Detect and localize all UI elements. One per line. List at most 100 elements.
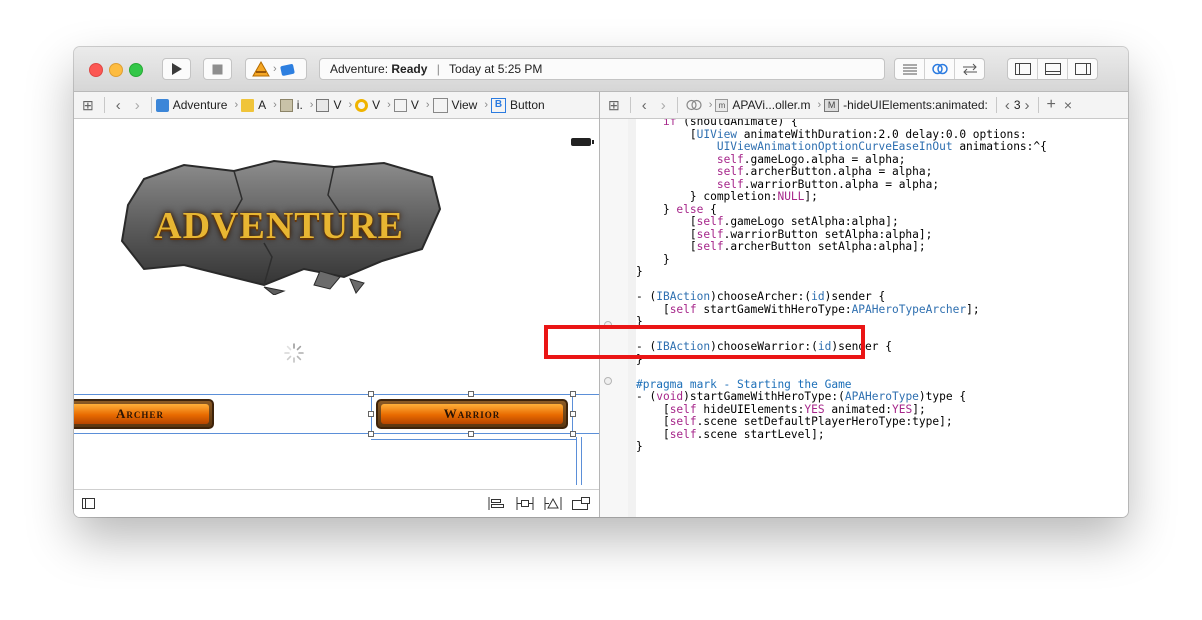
method-icon: M — [824, 98, 840, 112]
chevron-right-icon: › — [273, 99, 277, 111]
code-line[interactable]: [self.archerButton setAlpha:alpha]; — [636, 240, 1047, 254]
selection-outline — [371, 394, 573, 434]
version-editor-button[interactable] — [955, 59, 984, 79]
minimize-window-button[interactable] — [109, 63, 123, 77]
code-line[interactable]: } — [636, 253, 1047, 267]
resize-handle[interactable] — [570, 431, 576, 437]
code-line[interactable]: } — [636, 440, 1047, 454]
code-line[interactable]: UIViewAnimationOptionCurveEaseInOut anim… — [636, 140, 1047, 154]
activity-project: Adventure: — [330, 62, 389, 76]
close-window-button[interactable] — [89, 63, 103, 77]
assistant-code-editor[interactable]: if (shouldAnimate) { [UIView animateWith… — [600, 119, 1128, 517]
xcode-app-icon — [252, 61, 270, 77]
chevron-right-icon: › — [234, 99, 239, 111]
code-line[interactable]: self.archerButton.alpha = alpha; — [636, 165, 1047, 179]
resize-handle[interactable] — [368, 391, 374, 397]
interface-builder-canvas[interactable]: ADVENTURE Archer Warrior — [74, 119, 599, 517]
jumpbar-divider — [1037, 97, 1039, 113]
next-counterpart-button[interactable]: › — [1025, 97, 1030, 114]
code-line[interactable]: [self.scene startLevel]; — [636, 428, 1047, 442]
forward-button[interactable]: › — [135, 97, 140, 114]
jumpbar-item-group[interactable]: A — [241, 98, 266, 112]
stop-button[interactable] — [203, 58, 232, 80]
chevron-right-icon: › — [817, 99, 822, 111]
code-line[interactable]: [self.scene setDefaultPlayerHeroType:typ… — [636, 415, 1047, 429]
related-items-icon[interactable]: ⊞ — [608, 97, 620, 114]
resize-handle[interactable] — [468, 431, 474, 437]
jumpbar-divider — [103, 97, 105, 113]
jumpbar-item-storyboard[interactable]: i. — [279, 98, 303, 112]
stop-icon — [212, 64, 223, 74]
run-button[interactable] — [162, 58, 191, 80]
source-code[interactable]: if (shouldAnimate) { [UIView animateWith… — [636, 119, 1047, 454]
navigator-toggle-button[interactable] — [1008, 59, 1038, 79]
editor-mode-segment[interactable] — [894, 58, 985, 80]
code-line[interactable]: - (void)startGameWithHeroType:(APAHeroTy… — [636, 390, 1047, 404]
code-line[interactable]: } — [636, 265, 1047, 279]
previous-counterpart-button[interactable]: ‹ — [1005, 97, 1010, 114]
back-button[interactable]: ‹ — [642, 97, 647, 114]
view-controller-icon — [355, 98, 369, 112]
close-editor-button[interactable]: × — [1064, 97, 1072, 113]
jumpbar-label: Adventure — [172, 98, 228, 112]
assistant-editor-button[interactable] — [925, 59, 955, 79]
outlet-connection-icon[interactable] — [604, 377, 612, 385]
align-icon[interactable] — [488, 497, 504, 510]
jumpbar-label: Button — [510, 98, 545, 112]
interface-builder-jump-bar: ⊞ ‹ › Adventure › A › i. › V › V › V › V… — [74, 92, 599, 119]
forward-button[interactable]: › — [661, 97, 666, 114]
right-panel-icon — [1074, 63, 1091, 75]
chevron-right-icon: › — [273, 63, 277, 75]
chevron-right-icon: › — [425, 99, 430, 111]
code-line[interactable]: [self startGameWithHeroType:APAHeroTypeA… — [636, 303, 1047, 317]
jumpbar-item-project[interactable]: Adventure — [155, 98, 228, 112]
implementation-file-icon: m — [715, 98, 729, 112]
debug-area-toggle-button[interactable] — [1038, 59, 1068, 79]
resizing-behavior-icon[interactable] — [572, 497, 590, 510]
view-icon — [432, 97, 448, 113]
related-items-icon[interactable]: ⊞ — [82, 97, 94, 114]
game-logo[interactable]: ADVENTURE — [114, 157, 444, 295]
chevron-right-icon: › — [348, 99, 353, 111]
left-panel-icon — [1014, 63, 1031, 75]
activity-viewer: Adventure: Ready | Today at 5:25 PM — [319, 58, 885, 80]
jumpbar-label: View — [451, 98, 478, 112]
zoom-window-button[interactable] — [129, 63, 143, 77]
code-folding-ribbon[interactable] — [628, 119, 636, 517]
panel-toggle-segment[interactable] — [1007, 58, 1098, 80]
battery-icon — [571, 138, 594, 146]
jumpbar-item-subview[interactable]: View — [432, 97, 478, 113]
resize-handle[interactable] — [570, 411, 576, 417]
highlight-annotation — [544, 325, 865, 359]
code-line[interactable]: - (IBAction)chooseArcher:(id)sender { — [636, 290, 1047, 304]
document-outline-toggle-icon[interactable] — [82, 498, 95, 509]
button-icon: B — [491, 97, 506, 113]
assistant-mode-menu[interactable] — [686, 99, 702, 111]
jumpbar-divider — [676, 97, 678, 113]
jumpbar-item-view[interactable]: V — [393, 98, 419, 112]
standard-editor-button[interactable] — [895, 59, 925, 79]
resize-handle[interactable] — [368, 431, 374, 437]
jumpbar-label: APAVi...oller.m — [732, 98, 811, 112]
jumpbar-label: V — [372, 98, 381, 112]
activity-status: Ready — [391, 62, 428, 76]
play-icon — [172, 63, 182, 75]
pin-icon[interactable] — [516, 497, 534, 510]
scheme-selector[interactable]: › — [245, 58, 307, 80]
jumpbar-item-file[interactable]: m APAVi...oller.m — [715, 98, 810, 112]
resolve-layout-icon[interactable] — [544, 497, 562, 510]
jumpbar-item-method[interactable]: M -hideUIElements:animated: — [824, 98, 988, 112]
jumpbar-item-controller[interactable]: V — [355, 98, 380, 112]
back-button[interactable]: ‹ — [116, 97, 121, 114]
jumpbar-item-button[interactable]: B Button — [491, 97, 545, 113]
jumpbar-item-scene[interactable]: V — [316, 98, 341, 112]
archer-button[interactable]: Archer — [74, 399, 214, 429]
resize-handle[interactable] — [570, 391, 576, 397]
jumpbar-divider — [150, 97, 152, 113]
resize-handle[interactable] — [468, 391, 474, 397]
resize-handle[interactable] — [368, 411, 374, 417]
add-editor-button[interactable]: + — [1047, 96, 1056, 114]
utilities-toggle-button[interactable] — [1068, 59, 1097, 79]
window-toolbar: › Adventure: Ready | Today at 5:25 PM — [74, 47, 1128, 92]
line-gutter[interactable] — [600, 119, 629, 517]
